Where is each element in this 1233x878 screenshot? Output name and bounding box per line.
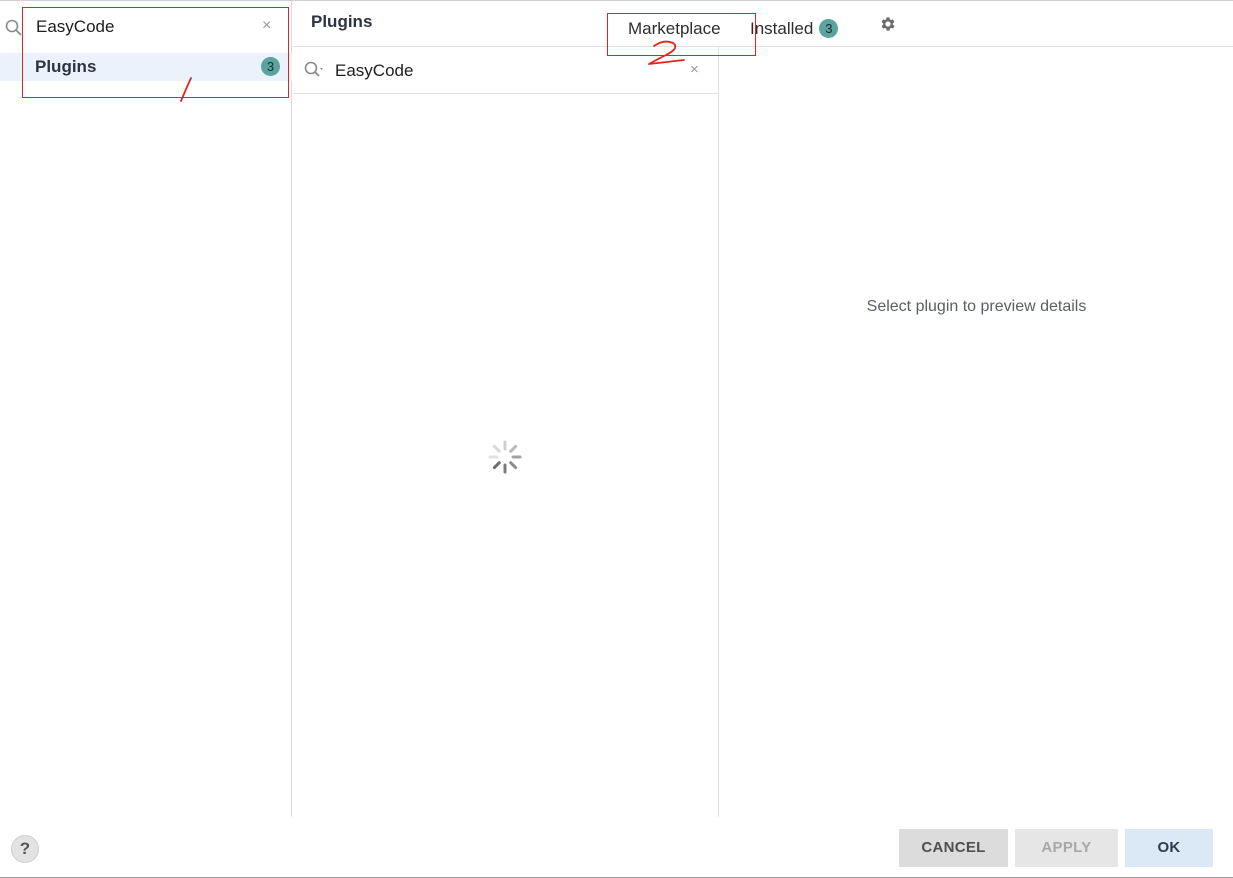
search-dropdown-icon[interactable] bbox=[303, 60, 327, 80]
search-icon bbox=[5, 19, 22, 36]
plugin-search-value[interactable]: EasyCode bbox=[335, 61, 413, 81]
tab-installed[interactable]: Installed 3 bbox=[750, 19, 839, 39]
list-details-divider bbox=[718, 47, 719, 817]
cancel-button[interactable]: CANCEL bbox=[899, 829, 1008, 867]
plugins-settings-window: EasyCode × Plugins 3 Plugins Marketplace… bbox=[0, 0, 1233, 878]
gear-icon[interactable] bbox=[879, 15, 897, 33]
settings-sidebar: EasyCode × Plugins 3 bbox=[0, 1, 292, 817]
installed-count-badge: 3 bbox=[819, 19, 839, 38]
clear-icon[interactable]: × bbox=[690, 61, 699, 78]
help-icon[interactable]: ? bbox=[11, 835, 39, 863]
annotation-box-2 bbox=[607, 13, 756, 56]
details-empty-state: Select plugin to preview details bbox=[866, 298, 1087, 315]
apply-button[interactable]: APPLY bbox=[1015, 829, 1118, 867]
page-title: Plugins bbox=[311, 12, 373, 31]
tab-installed-label: Installed bbox=[750, 19, 814, 38]
ok-button[interactable]: OK bbox=[1125, 829, 1213, 867]
annotation-box-1 bbox=[22, 7, 289, 98]
loading-spinner-icon bbox=[488, 440, 522, 474]
